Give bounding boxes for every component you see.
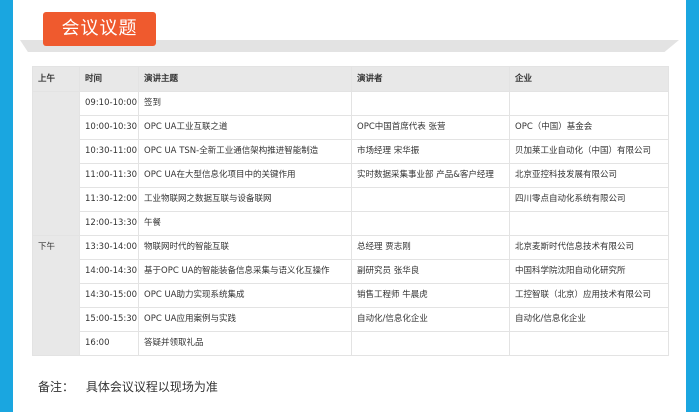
table-row: 14:00-14:30 基于OPC UA的智能装备信息采集与语义化互操作 副研究… <box>33 259 669 284</box>
cell-time: 14:30-15:00 <box>79 283 139 308</box>
footnote: 备注： 具体会议议程以现场为准 <box>38 378 218 395</box>
left-accent-bar <box>0 0 13 412</box>
cell-company <box>509 91 669 116</box>
cell-speaker <box>351 187 510 212</box>
header-company: 企业 <box>509 66 669 92</box>
cell-time: 10:30-11:00 <box>79 139 139 164</box>
cell-time: 09:10-10:00 <box>79 91 139 116</box>
cell-speaker: 总经理 贾志刚 <box>351 235 510 260</box>
cell-topic: OPC UA应用案例与实践 <box>138 307 352 332</box>
cell-topic: 物联网时代的智能互联 <box>138 235 352 260</box>
table-row: 11:30-12:00 工业物联网之数据互联与设备联网 四川零点自动化系统有限公… <box>33 187 669 212</box>
cell-company: 北京麦斯时代信息技术有限公司 <box>509 235 669 260</box>
cell-time: 11:00-11:30 <box>79 163 139 188</box>
cell-time: 16:00 <box>79 331 139 356</box>
cell-topic: 基于OPC UA的智能装备信息采集与语义化互操作 <box>138 259 352 284</box>
period-morning <box>32 91 80 236</box>
cell-topic: OPC UA助力实现系统集成 <box>138 283 352 308</box>
cell-company: 贝加莱工业自动化（中国）有限公司 <box>509 139 669 164</box>
table-row: 11:00-11:30 OPC UA在大型信息化项目中的关键作用 实时数据采集事… <box>33 163 669 188</box>
agenda-table: 上午 时间 演讲主题 演讲者 企业 09:10-10:00 签到 10:00-1… <box>32 66 669 356</box>
table-header-row: 上午 时间 演讲主题 演讲者 企业 <box>32 66 669 92</box>
cell-speaker: 销售工程师 牛晨虎 <box>351 283 510 308</box>
cell-speaker: 副研究员 张华良 <box>351 259 510 284</box>
cell-company: 中国科学院沈阳自动化研究所 <box>509 259 669 284</box>
cell-time: 10:00-10:30 <box>79 115 139 140</box>
cell-topic: 签到 <box>138 91 352 116</box>
right-accent-bar <box>686 0 699 412</box>
cell-topic: 午餐 <box>138 211 352 236</box>
cell-topic: OPC UA在大型信息化项目中的关键作用 <box>138 163 352 188</box>
table-row: 10:30-11:00 OPC UA TSN-全新工业通信架构推进智能制造 市场… <box>33 139 669 164</box>
cell-speaker <box>351 91 510 116</box>
cell-company: 自动化/信息化企业 <box>509 307 669 332</box>
cell-topic: 答疑并领取礼品 <box>138 331 352 356</box>
cell-company <box>509 211 669 236</box>
cell-speaker <box>351 211 510 236</box>
cell-company: 北京亚控科技发展有限公司 <box>509 163 669 188</box>
footnote-text: 具体会议议程以现场为准 <box>85 380 218 394</box>
cell-company: OPC（中国）基金会 <box>509 115 669 140</box>
cell-company <box>509 331 669 356</box>
cell-speaker: 实时数据采集事业部 产品&客户经理 <box>351 163 510 188</box>
footnote-label: 备注： <box>38 380 75 394</box>
cell-time: 12:00-13:30 <box>79 211 139 236</box>
cell-topic: OPC UA TSN-全新工业通信架构推进智能制造 <box>138 139 352 164</box>
cell-topic: OPC UA工业互联之道 <box>138 115 352 140</box>
cell-speaker: 自动化/信息化企业 <box>351 307 510 332</box>
cell-speaker: OPC中国首席代表 张营 <box>351 115 510 140</box>
cell-time: 13:30-14:00 <box>79 235 139 260</box>
header-time: 时间 <box>79 66 139 92</box>
table-row: 09:10-10:00 签到 <box>32 91 669 236</box>
cell-time: 11:30-12:00 <box>79 187 139 212</box>
table-row: 16:00 答疑并领取礼品 <box>33 331 669 356</box>
header-speaker: 演讲者 <box>351 66 510 92</box>
cell-time: 14:00-14:30 <box>79 259 139 284</box>
cell-topic: 工业物联网之数据互联与设备联网 <box>138 187 352 212</box>
header-topic: 演讲主题 <box>138 66 352 92</box>
table-row: 14:30-15:00 OPC UA助力实现系统集成 销售工程师 牛晨虎 工控智… <box>33 283 669 308</box>
cell-company: 工控智联（北京）应用技术有限公司 <box>509 283 669 308</box>
cell-speaker: 市场经理 宋华振 <box>351 139 510 164</box>
table-row: 15:00-15:30 OPC UA应用案例与实践 自动化/信息化企业 自动化/… <box>33 307 669 332</box>
table-row: 下午 13:30-14:00 物联网时代的智能互联 总经理 贾志刚 北京麦斯时代… <box>32 235 669 356</box>
cell-speaker <box>351 331 510 356</box>
section-title: 会议议题 <box>43 12 156 46</box>
table-row: 12:00-13:30 午餐 <box>33 211 669 236</box>
header-period: 上午 <box>32 66 80 92</box>
period-afternoon: 下午 <box>32 235 80 356</box>
table-row: 10:00-10:30 OPC UA工业互联之道 OPC中国首席代表 张营 OP… <box>33 115 669 140</box>
cell-company: 四川零点自动化系统有限公司 <box>509 187 669 212</box>
cell-time: 15:00-15:30 <box>79 307 139 332</box>
